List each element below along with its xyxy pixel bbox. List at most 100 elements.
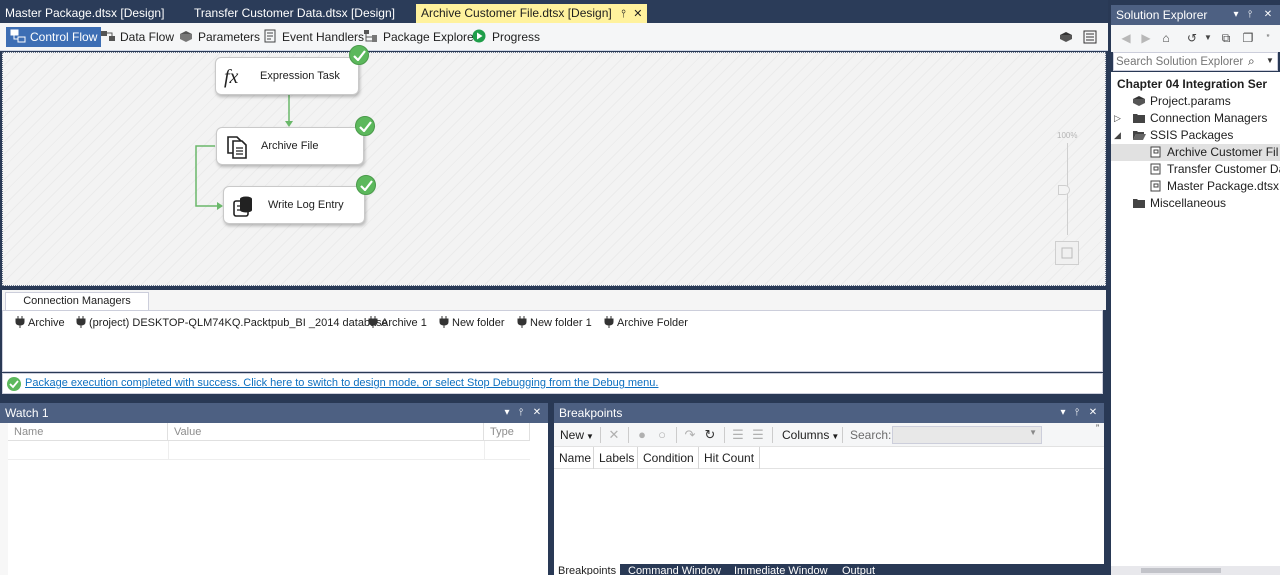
pending-changes-icon[interactable]: ↺ <box>1185 31 1199 45</box>
delete-all-breakpoints-icon[interactable]: ● <box>634 427 650 443</box>
collapse-arrow-icon[interactable]: ◢ <box>1114 127 1121 144</box>
breakpoints-window-header[interactable]: Breakpoints ▾ ⫯ ✕ <box>554 403 1104 423</box>
success-check-icon <box>7 377 21 391</box>
pin-icon[interactable]: ⫯ <box>621 5 626 24</box>
tree-node-archive-customer-file[interactable]: Archive Customer Fil <box>1111 144 1280 161</box>
control-flow-design-surface[interactable]: fx Expression Task Archive File Write Lo… <box>2 45 1106 286</box>
tree-node-project[interactable]: Chapter 04 Integration Ser <box>1117 76 1267 93</box>
watch-column-value[interactable]: Value <box>168 423 484 441</box>
watch-column-type[interactable]: Type <box>484 423 530 441</box>
window-position-menu-icon[interactable]: ▾ <box>1056 403 1070 423</box>
chevron-down-icon[interactable]: ▼ <box>1029 428 1037 437</box>
breakpoints-search-input[interactable]: ▼ <box>892 426 1042 444</box>
connection-manager-item[interactable]: (project) DESKTOP-QLM74KQ.Packtpub_BI _2… <box>76 316 388 329</box>
search-input[interactable] <box>1116 54 1246 69</box>
tree-node-ssis-packages[interactable]: SSIS Packages <box>1132 127 1233 144</box>
show-all-files-icon[interactable]: ❐ <box>1241 31 1255 45</box>
disable-all-breakpoints-icon[interactable]: ○ <box>654 427 670 443</box>
zoom-control[interactable]: 100% <box>1055 131 1079 271</box>
chevron-down-icon[interactable]: ▼ <box>1201 31 1215 45</box>
chevron-down-icon[interactable]: ▼ <box>1266 56 1274 65</box>
expand-arrow-icon[interactable]: ▷ <box>1114 110 1121 127</box>
window-position-menu-icon[interactable]: ▾ <box>1229 5 1243 25</box>
ssis-toolbox-icon[interactable] <box>1082 29 1098 45</box>
connection-manager-item[interactable]: Archive <box>15 316 65 329</box>
tree-node-project-params[interactable]: Project.params <box>1132 93 1231 110</box>
task-expression[interactable]: fx Expression Task <box>215 57 359 95</box>
tree-node-transfer-customer-data[interactable]: Transfer Customer Da <box>1149 161 1280 178</box>
tab-package-explorer[interactable]: Package Explorer <box>359 27 482 47</box>
import-icon[interactable]: ☰ <box>730 427 746 443</box>
zoom-slider-thumb[interactable] <box>1058 185 1070 195</box>
scrollbar-thumb[interactable] <box>1141 568 1221 573</box>
back-icon[interactable]: ◀ <box>1119 31 1133 45</box>
connection-manager-item[interactable]: Archive 1 <box>368 316 427 329</box>
toolbar-separator <box>724 427 725 443</box>
tab-label: Data Flow <box>120 30 175 44</box>
columns-dropdown[interactable]: Columns ▼ <box>782 427 839 443</box>
task-archive-file[interactable]: Archive File <box>216 127 364 165</box>
new-breakpoint-dropdown[interactable]: New ▼ <box>560 427 594 443</box>
pin-icon[interactable]: ⫯ <box>514 403 528 423</box>
home-icon[interactable]: ⌂ <box>1159 31 1173 45</box>
folder-open-icon <box>1133 131 1146 140</box>
watch-empty-row[interactable] <box>0 459 530 460</box>
tab-progress[interactable]: Progress <box>468 27 544 47</box>
doc-tab-master-package[interactable]: Master Package.dtsx [Design] <box>0 4 169 23</box>
export-icon[interactable]: ☰ <box>750 427 766 443</box>
solution-explorer-horizontal-scrollbar[interactable] <box>1111 566 1280 575</box>
bp-column-hit-count[interactable]: Hit Count <box>699 447 760 469</box>
delete-icon[interactable]: ✕ <box>606 427 622 443</box>
connection-manager-item[interactable]: New folder <box>439 316 505 329</box>
bp-column-labels[interactable]: Labels <box>594 447 638 469</box>
tab-connection-managers[interactable]: Connection Managers <box>5 292 149 310</box>
doc-tab-transfer-customer-data[interactable]: Transfer Customer Data.dtsx [Design] <box>189 4 400 23</box>
close-icon[interactable]: ✕ <box>1261 5 1275 25</box>
connection-managers-panel[interactable]: Archive (project) DESKTOP-QLM74KQ.Packtp… <box>2 310 1103 372</box>
toolbar-overflow-icon[interactable]: ” <box>1261 31 1275 45</box>
watch-window-body[interactable]: Name Value Type <box>0 423 548 575</box>
close-icon[interactable]: ✕ <box>1086 403 1100 423</box>
go-to-source-icon[interactable]: ↷ <box>682 427 698 443</box>
connection-manager-item[interactable]: New folder 1 <box>517 316 592 329</box>
search-icon[interactable]: ⌕ <box>1248 54 1255 69</box>
collapse-all-icon[interactable]: ⧉ <box>1219 31 1233 45</box>
tree-node-miscellaneous[interactable]: Miscellaneous <box>1132 195 1226 212</box>
tab-breakpoints[interactable]: Breakpoints <box>554 564 621 575</box>
toolbar-overflow-icon[interactable]: ” <box>1096 423 1099 433</box>
close-icon[interactable]: ✕ <box>633 5 642 24</box>
tab-event-handlers[interactable]: Event Handlers <box>258 27 368 47</box>
tab-data-flow[interactable]: Data Flow <box>96 27 178 47</box>
bp-column-name[interactable]: Name <box>554 447 594 469</box>
tab-immediate-window[interactable]: Immediate Window <box>730 564 832 575</box>
doc-tab-archive-customer-file[interactable]: Archive Customer File.dtsx [Design] ⫯ ✕ <box>416 4 648 24</box>
window-position-menu-icon[interactable]: ▾ <box>500 403 514 423</box>
package-icon <box>1150 146 1161 158</box>
forward-icon[interactable]: ▶ <box>1139 31 1153 45</box>
variables-icon[interactable] <box>1058 29 1074 45</box>
solution-explorer-header[interactable]: Solution Explorer ▾ ⫯ ✕ <box>1111 5 1280 25</box>
tree-node-connection-managers[interactable]: Connection Managers <box>1132 110 1267 127</box>
breakpoints-list[interactable] <box>554 469 1104 564</box>
solution-explorer-search[interactable]: ⌕ ▼ <box>1113 52 1278 71</box>
close-icon[interactable]: ✕ <box>530 403 544 423</box>
task-write-log-entry[interactable]: Write Log Entry <box>223 186 365 224</box>
pin-icon[interactable]: ⫯ <box>1070 403 1084 423</box>
tab-parameters[interactable]: Parameters <box>174 27 264 47</box>
tab-output[interactable]: Output <box>838 564 879 575</box>
refresh-icon[interactable]: ↻ <box>702 427 718 443</box>
switch-to-design-mode-link[interactable]: Package execution completed with success… <box>25 377 658 389</box>
bp-column-condition[interactable]: Condition <box>638 447 699 469</box>
pin-icon[interactable]: ⫯ <box>1243 5 1257 25</box>
task-label: Archive File <box>261 140 319 152</box>
tab-control-flow[interactable]: Control Flow <box>6 27 102 47</box>
zoom-to-fit-button[interactable] <box>1055 241 1079 265</box>
tab-command-window[interactable]: Command Window <box>624 564 725 575</box>
tree-node-master-package[interactable]: Master Package.dtsx <box>1149 178 1279 195</box>
package-icon <box>1150 180 1161 192</box>
connection-manager-item[interactable]: Archive Folder <box>604 316 688 329</box>
watch-window-header[interactable]: Watch 1 ▾ ⫯ ✕ <box>0 403 548 423</box>
watch-column-name[interactable]: Name <box>8 423 168 441</box>
solution-explorer-tree[interactable]: Chapter 04 Integration Ser Project.param… <box>1111 72 1280 575</box>
event-handlers-icon <box>264 29 276 43</box>
